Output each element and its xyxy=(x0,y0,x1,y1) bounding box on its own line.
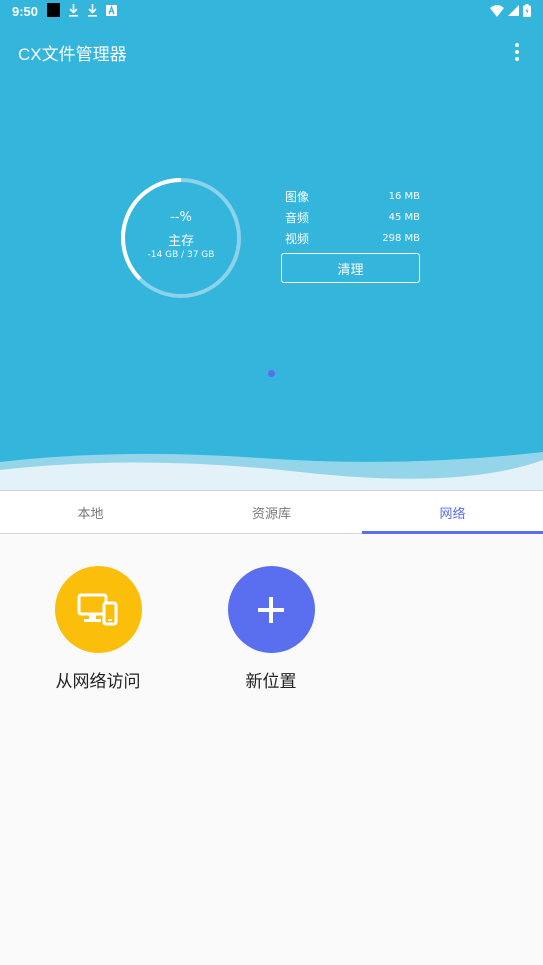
wave-decoration xyxy=(0,452,543,491)
access-from-network-button[interactable]: 从网络访问 xyxy=(28,566,168,692)
tab-bar: 本地 资源库 网络 xyxy=(0,490,543,534)
tab-local[interactable]: 本地 xyxy=(0,491,181,533)
tab-label: 资源库 xyxy=(251,506,291,522)
devices-icon xyxy=(77,593,118,625)
app-square-icon xyxy=(47,3,60,17)
storage-ring-text[interactable]: --% 主存 -14 GB / 37 GB xyxy=(120,177,242,299)
storage-label: 主存 xyxy=(167,234,194,249)
stat-row-audio[interactable]: 音频 45 MB xyxy=(285,207,420,228)
app-title: CX文件管理器 xyxy=(18,45,127,64)
access-from-network-circle xyxy=(54,566,142,653)
notification-icons xyxy=(47,3,117,17)
text-a-icon xyxy=(106,4,117,16)
storage-stats: 图像 16 MB 音频 45 MB 视频 298 MB xyxy=(285,186,420,249)
action-label: 新位置 xyxy=(245,672,297,692)
new-location-circle xyxy=(227,566,315,653)
battery-icon xyxy=(523,4,531,17)
tab-library[interactable]: 资源库 xyxy=(181,491,362,533)
download-icon xyxy=(69,3,78,17)
page-indicator-dot xyxy=(268,370,275,377)
more-vert-icon[interactable] xyxy=(505,40,529,64)
stat-label: 视频 xyxy=(285,232,310,246)
tab-label: 网络 xyxy=(439,506,466,522)
plus-icon xyxy=(258,596,284,623)
tab-network[interactable]: 网络 xyxy=(362,491,543,534)
stat-label: 图像 xyxy=(285,190,310,204)
storage-header: 9:50 CX文件管理器 --% 主存 -14 GB / 37 GB 图像 16… xyxy=(0,0,543,491)
network-content: 从网络访问 新位置 xyxy=(0,534,543,965)
signal-icon xyxy=(508,5,519,16)
stat-row-images[interactable]: 图像 16 MB xyxy=(285,186,420,207)
stat-row-video[interactable]: 视频 298 MB xyxy=(285,228,420,249)
clean-button[interactable]: 清理 xyxy=(281,253,420,283)
app-bar: CX文件管理器 xyxy=(0,24,543,80)
status-bar: 9:50 xyxy=(0,0,543,24)
tab-label: 本地 xyxy=(77,506,104,522)
wifi-icon xyxy=(490,4,504,17)
stat-size: 16 MB xyxy=(388,191,420,202)
system-icons xyxy=(490,4,531,17)
stat-size: 298 MB xyxy=(382,233,420,244)
status-time: 9:50 xyxy=(12,4,39,19)
storage-percent: --% xyxy=(170,210,192,225)
action-label: 从网络访问 xyxy=(55,672,141,692)
download-icon xyxy=(88,3,97,17)
new-location-button[interactable]: 新位置 xyxy=(201,566,341,692)
storage-usage: -14 GB / 37 GB xyxy=(147,250,215,260)
stat-label: 音频 xyxy=(285,211,310,225)
stat-size: 45 MB xyxy=(388,212,420,223)
